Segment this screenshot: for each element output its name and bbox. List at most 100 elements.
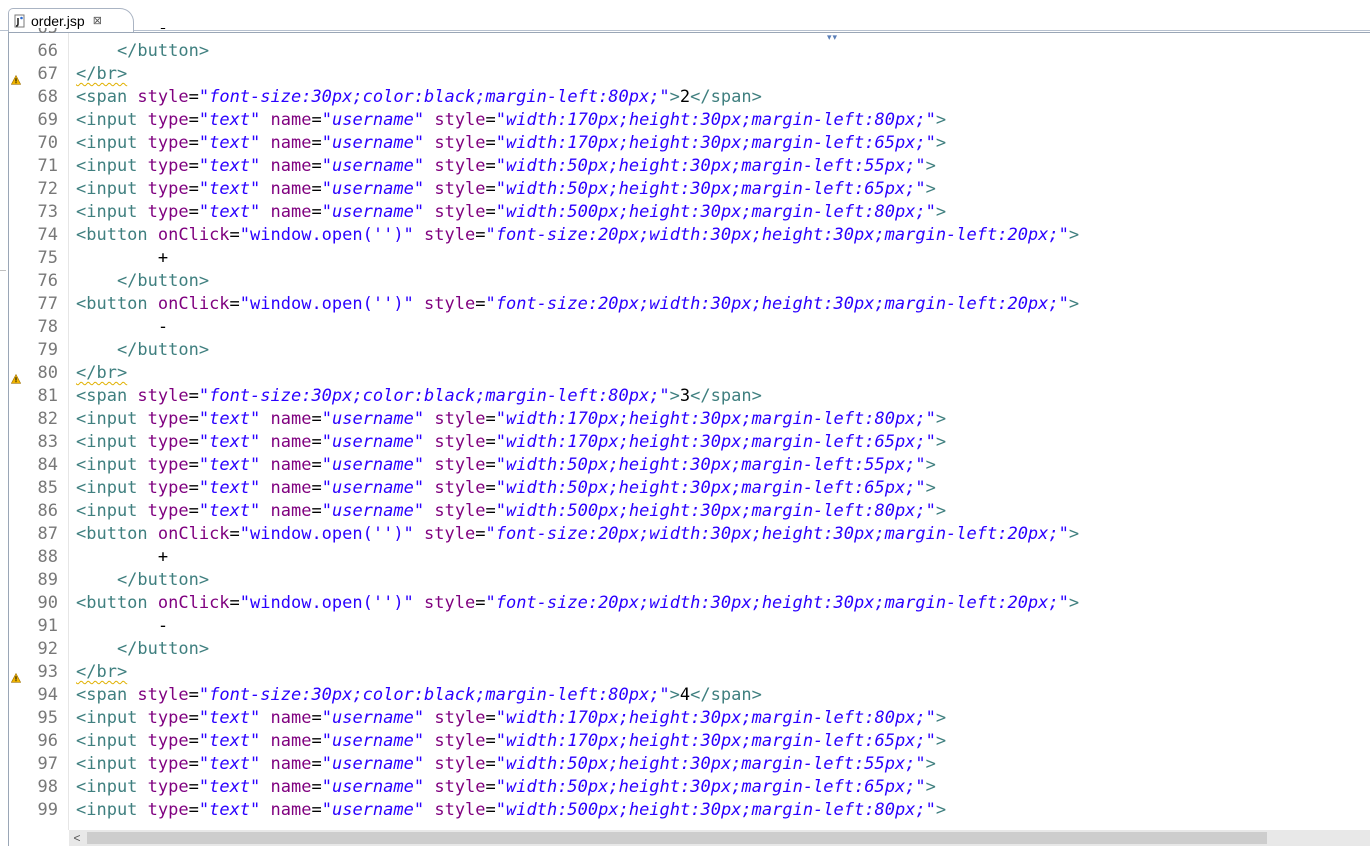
code-line[interactable]: 87 <button onClick="window.open('')" styl… — [0, 523, 1370, 546]
code-line[interactable]: 78 - — [0, 316, 1370, 339]
code-line[interactable]: 88 + — [0, 546, 1370, 569]
code-line[interactable]: 66 </button> — [0, 40, 1370, 63]
code-token: "username" — [321, 202, 425, 222]
code-line[interactable]: 84 <input type="text" name="username" sty… — [0, 454, 1370, 477]
code-token: > — [925, 777, 936, 797]
code-token: name — [270, 455, 312, 475]
code-text: <input type="text" name="username" style… — [76, 408, 946, 431]
code-line[interactable]: 90 <button onClick="window.open('')" styl… — [0, 592, 1370, 615]
line-number: 66 — [37, 41, 58, 61]
code-text: <button onClick="window.open('')" style=… — [76, 293, 1079, 316]
code-line[interactable]: 83 <input type="text" name="username" sty… — [0, 431, 1370, 454]
code-token: "width:50px;height:30px;margin-left:65px… — [495, 179, 926, 199]
code-token: "username" — [321, 800, 425, 820]
code-token: onClick — [157, 593, 230, 613]
code-line[interactable]: 69 <input type="text" name="username" sty… — [0, 109, 1370, 132]
code-token: > — [935, 110, 947, 130]
code-token: = — [311, 800, 322, 820]
code-token: <input — [76, 110, 148, 130]
line-number: 80 — [37, 363, 58, 383]
code-line[interactable]: 79 </button> — [0, 339, 1370, 362]
line-number: 82 — [37, 409, 58, 429]
code-line[interactable]: 77 <button onClick="window.open('')" styl… — [0, 293, 1370, 316]
code-text: <button onClick="window.open('')" style=… — [76, 592, 1079, 615]
code-token: </span> — [690, 87, 762, 107]
code-token: > — [1068, 524, 1080, 544]
code-token: > — [669, 685, 680, 705]
code-line[interactable]: 74 <button onClick="window.open('')" styl… — [0, 224, 1370, 247]
code-line[interactable]: 68 <span style="font-size:30px;color:blac… — [0, 86, 1370, 109]
code-token: = — [485, 754, 496, 774]
code-text: <input type="text" name="username" style… — [76, 776, 936, 799]
code-line[interactable]: 99 <input type="text" name="username" sty… — [0, 799, 1370, 822]
code-token: > — [935, 731, 947, 751]
code-token: = — [311, 731, 322, 751]
code-line[interactable]: 73 <input type="text" name="username" sty… — [0, 201, 1370, 224]
code-line[interactable]: 85 <input type="text" name="username" sty… — [0, 477, 1370, 500]
code-line[interactable]: 70 <input type="text" name="username" sty… — [0, 132, 1370, 155]
code-line[interactable]: 81 <span style="font-size:30px;color:blac… — [0, 385, 1370, 408]
code-editor[interactable]: 65 -66 </button> 67 </br> 68 <span style="fo… — [0, 28, 1370, 830]
code-line[interactable]: 76 </button> — [0, 270, 1370, 293]
code-line[interactable]: 96 <input type="text" name="username" sty… — [0, 730, 1370, 753]
code-token: "text" — [198, 501, 261, 521]
code-line[interactable]: 92 </button> — [0, 638, 1370, 661]
close-icon[interactable]: ⊠ — [93, 14, 102, 27]
warning-icon[interactable] — [10, 368, 22, 384]
code-line[interactable]: 94 <span style="font-size:30px;color:blac… — [0, 684, 1370, 707]
code-token: "text" — [198, 133, 261, 153]
code-token: = — [311, 501, 322, 521]
scrollbar-thumb[interactable] — [87, 832, 1267, 844]
code-text: + — [76, 546, 168, 569]
code-line[interactable]: 80 </br> — [0, 362, 1370, 385]
code-token: </button> — [76, 41, 210, 61]
code-token: "width:50px;height:30px;margin-left:55px… — [495, 156, 926, 176]
code-token: "username" — [321, 432, 425, 452]
code-line[interactable]: 93 </br> — [0, 661, 1370, 684]
code-token: style — [434, 110, 486, 130]
code-token: <input — [76, 133, 148, 153]
code-token: onClick — [157, 225, 230, 245]
code-line[interactable]: 71 <input type="text" name="username" sty… — [0, 155, 1370, 178]
code-token: "username" — [321, 156, 425, 176]
code-line[interactable]: 75 + — [0, 247, 1370, 270]
code-line[interactable]: 82 <input type="text" name="username" sty… — [0, 408, 1370, 431]
code-token: </br> — [76, 363, 128, 383]
code-token: type — [147, 708, 189, 728]
warning-icon[interactable] — [10, 69, 22, 85]
warning-icon[interactable] — [10, 667, 22, 683]
code-line[interactable]: 91 - — [0, 615, 1370, 638]
code-token: "text" — [198, 179, 261, 199]
code-token: "font-size:30px;color:black;margin-left:… — [198, 386, 670, 406]
code-line[interactable]: 89 </button> — [0, 569, 1370, 592]
code-token: <input — [76, 432, 148, 452]
horizontal-scrollbar[interactable]: < — [69, 830, 1370, 846]
scroll-left-arrow[interactable]: < — [69, 830, 85, 846]
code-token: = — [188, 708, 199, 728]
code-token: "width:170px;height:30px;margin-left:80p… — [495, 110, 936, 130]
code-token: style — [434, 478, 486, 498]
code-token: = — [311, 133, 322, 153]
line-number: 87 — [37, 524, 58, 544]
code-token: name — [270, 110, 312, 130]
code-line[interactable]: 72 <input type="text" name="username" sty… — [0, 178, 1370, 201]
line-number: 65 — [37, 28, 58, 38]
code-line[interactable]: 67 </br> — [0, 63, 1370, 86]
code-token: <span — [76, 386, 138, 406]
code-token: style — [434, 409, 486, 429]
code-line[interactable]: 98 <input type="text" name="username" sty… — [0, 776, 1370, 799]
code-line[interactable]: 97 <input type="text" name="username" sty… — [0, 753, 1370, 776]
code-line[interactable]: 95 <input type="text" name="username" sty… — [0, 707, 1370, 730]
code-line[interactable]: 65 - — [0, 28, 1370, 40]
code-line[interactable]: 86 <input type="text" name="username" sty… — [0, 500, 1370, 523]
code-token: = — [311, 179, 322, 199]
code-token: = — [485, 202, 496, 222]
code-text: </button> — [76, 339, 209, 362]
code-text: <button onClick="window.open('')" style=… — [76, 224, 1079, 247]
